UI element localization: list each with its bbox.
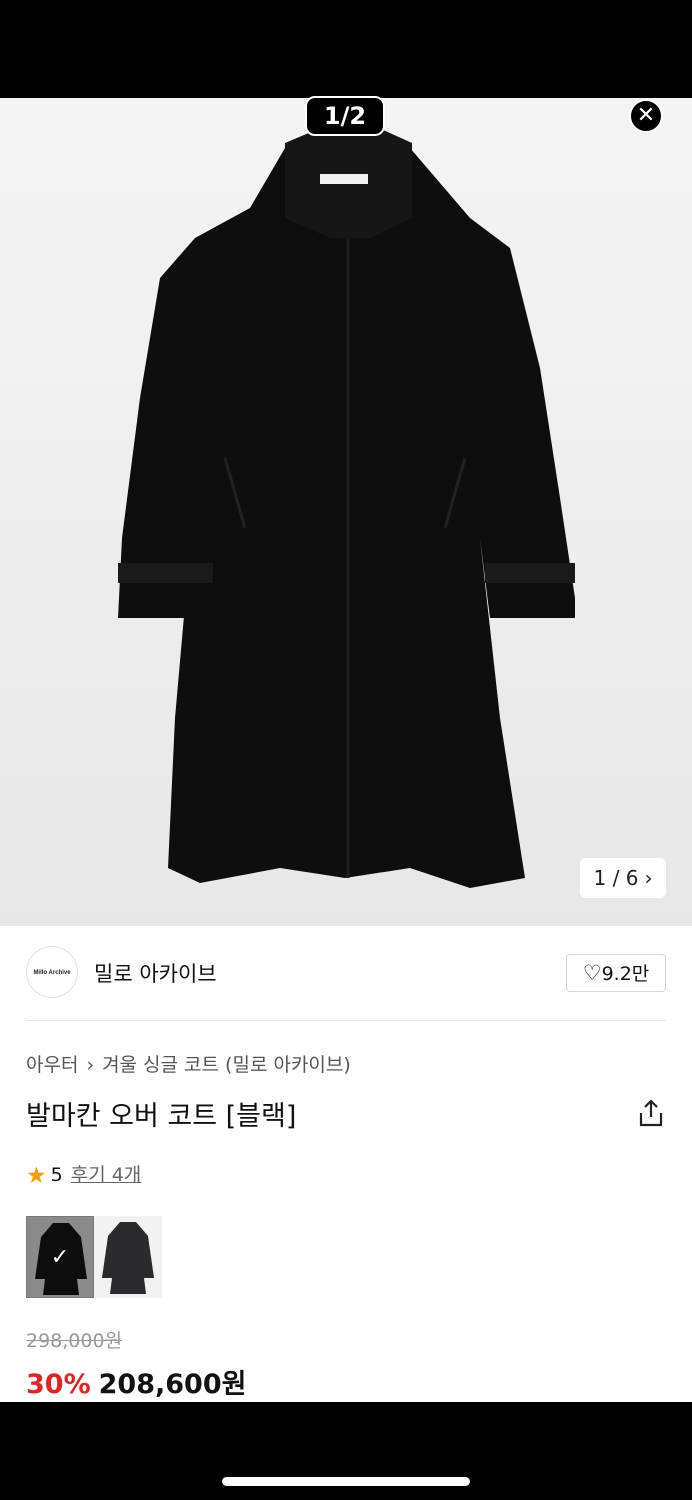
chevron-right-icon: ›	[86, 1054, 95, 1076]
product-image	[118, 124, 575, 888]
image-counter-text: 1 / 6	[593, 866, 639, 890]
like-button[interactable]: ♡9.2만	[566, 954, 666, 992]
product-image-viewer[interactable]: 1 / 6 ›	[0, 98, 692, 926]
image-counter-button[interactable]: 1 / 6 ›	[580, 858, 666, 898]
star-icon: ★	[26, 1163, 47, 1189]
divider	[26, 1020, 666, 1021]
chevron-right-icon: ›	[644, 866, 653, 890]
color-option-charcoal[interactable]	[94, 1216, 162, 1298]
brand-name[interactable]: 밀로 아카이브	[94, 958, 217, 988]
share-icon[interactable]	[638, 1098, 664, 1128]
like-count: 9.2만	[601, 963, 650, 985]
breadcrumb-category[interactable]: 아우터	[26, 1054, 78, 1076]
breadcrumb: 아우터 › 겨울 싱글 코트 (밀로 아카이브)	[26, 1050, 351, 1077]
rating-score: 5	[50, 1164, 63, 1186]
product-title: 발마칸 오버 코트 [블랙]	[26, 1101, 297, 1132]
status-bar	[0, 0, 692, 98]
original-price: 298,000원	[26, 1330, 123, 1352]
reviews-link[interactable]: 후기 4개	[71, 1164, 142, 1186]
brand-logo[interactable]: Millo Archive	[26, 946, 78, 998]
breadcrumb-subcategory[interactable]: 겨울 싱글 코트 (밀로 아카이브)	[102, 1054, 351, 1076]
color-option-black[interactable]: ✓	[26, 1216, 94, 1298]
brand-row: Millo Archive 밀로 아카이브 ♡9.2만	[26, 946, 666, 1002]
sale-price: 208,600원	[98, 1369, 247, 1400]
discount-rate: 30%	[26, 1369, 91, 1400]
price-row: 30% 208,600원	[26, 1362, 246, 1401]
viewer-page-counter: 1/2	[305, 96, 385, 136]
check-icon: ✓	[50, 1245, 70, 1270]
rating-row: ★ 5 후기 4개	[26, 1160, 141, 1189]
close-icon[interactable]: ✕	[629, 99, 663, 133]
product-details: Millo Archive 밀로 아카이브 ♡9.2만 아우터 › 겨울 싱글 코트…	[0, 926, 692, 1402]
heart-icon: ♡	[582, 961, 602, 985]
home-indicator[interactable]	[222, 1477, 470, 1486]
thumbnail-image	[102, 1222, 154, 1294]
